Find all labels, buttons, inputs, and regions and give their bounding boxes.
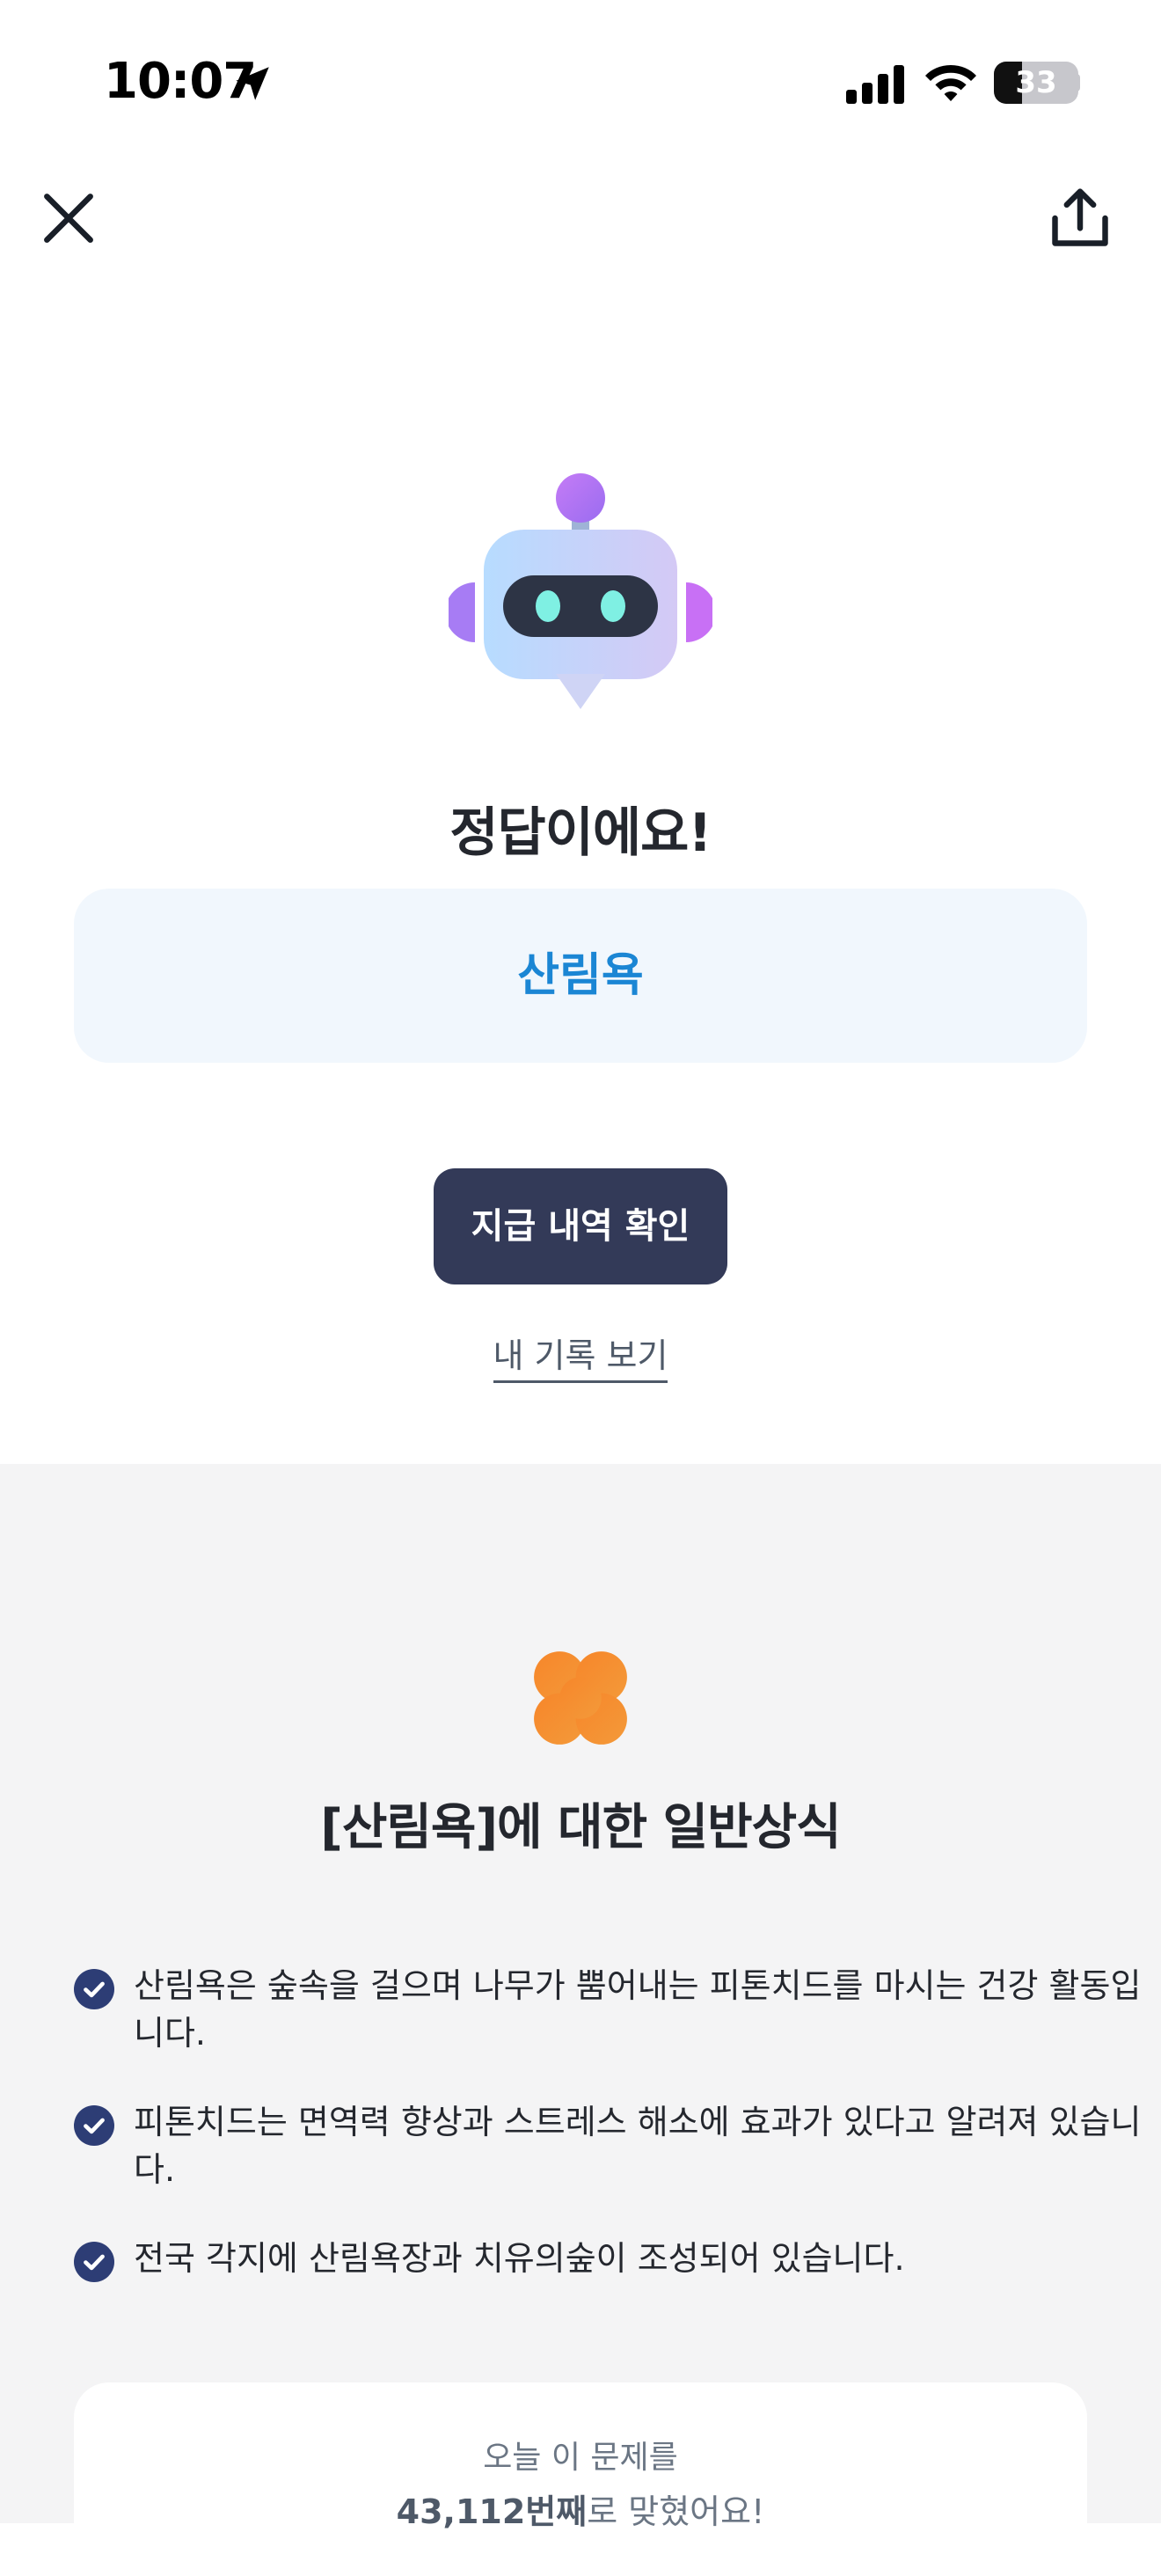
fact-text: 산림욕은 숲속을 걸으며 나무가 뿜어내는 피톤치드를 마시는 건강 활동입니다… <box>134 1966 1142 2053</box>
status-bar: 10:07 33 <box>0 0 1161 141</box>
answer-text: 산림욕 <box>517 949 644 1002</box>
stats-suffix: 로 맞혔어요! <box>587 2492 765 2531</box>
fact-text: 전국 각지에 산림욕장과 치유의숲이 조성되어 있습니다. <box>134 2239 905 2278</box>
wifi-icon <box>925 65 976 101</box>
check-circle-icon <box>74 2105 114 2146</box>
location-arrow-icon <box>236 67 269 100</box>
stats-intro: 오늘 이 문제를 <box>483 2440 678 2476</box>
share-button[interactable] <box>1047 185 1114 252</box>
cellular-signal-icon <box>846 65 904 104</box>
answer-box: 산림욕 <box>74 889 1087 1063</box>
view-my-record-link[interactable]: 내 기록 보기 <box>493 1336 668 1383</box>
fact-text: 피톤치드는 면역력 향상과 스트레스 해소에 효과가 있다고 알려져 있습니다. <box>134 2103 1142 2189</box>
stats-result: 43,112번째로 맞혔어요! <box>74 2485 1087 2533</box>
battery-cap <box>1075 74 1080 91</box>
payment-history-button[interactable]: 지급 내역 확인 <box>434 1168 727 1284</box>
close-button[interactable] <box>35 185 102 252</box>
stats-card: 오늘 이 문제를 43,112번째로 맞혔어요! <box>74 2382 1087 2576</box>
record-link-wrapper: 내 기록 보기 <box>0 1328 1161 1383</box>
battery-indicator: 33 <box>994 62 1078 104</box>
solve-rank: 43,112번째 <box>396 2492 588 2531</box>
battery-level: 33 <box>1015 65 1057 100</box>
robot-mascot-icon <box>449 473 712 709</box>
clover-icon <box>534 1651 627 1745</box>
check-circle-icon <box>74 2242 114 2282</box>
check-circle-icon <box>74 1969 114 2009</box>
knowledge-title: [산림욕]에 대한 일반상식 <box>320 1799 841 1856</box>
result-title: 정답이에요! <box>449 802 712 864</box>
